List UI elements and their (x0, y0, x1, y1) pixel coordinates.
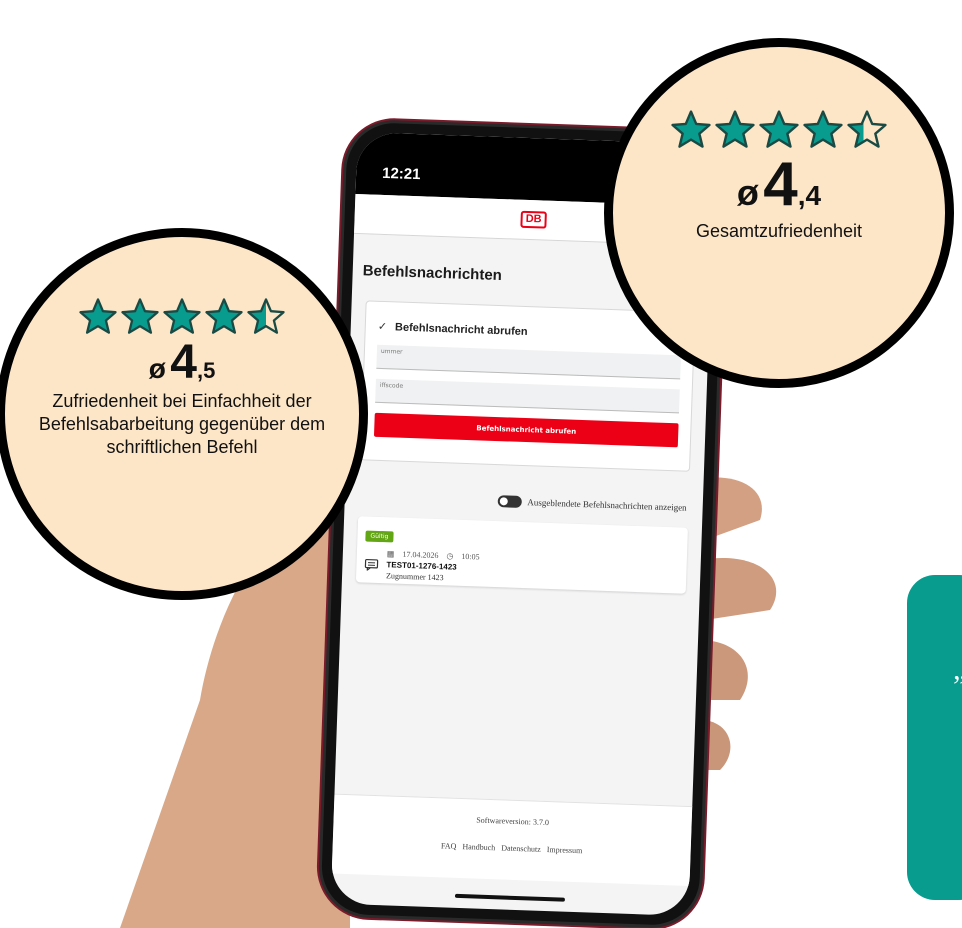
footer-link-faq[interactable]: FAQ (441, 841, 457, 851)
message-train: Zugnummer 1423 (385, 571, 444, 583)
quote-card: „ (907, 575, 962, 900)
star-icon (759, 110, 799, 148)
average-dec: ,4 (797, 180, 822, 211)
form-heading: Befehlsnachricht abrufen (394, 320, 528, 338)
star-icon (163, 298, 201, 334)
status-badge: Gültig (365, 530, 394, 543)
quote-mark: „ (953, 653, 962, 687)
star-rating (5, 297, 359, 335)
message-card[interactable]: Gültig ▦ 17.04.2026 ◷ 10:05 TEST01-1276-… (355, 516, 688, 594)
message-icon (364, 558, 379, 571)
train-number-label: ummer (380, 347, 403, 356)
footer-link-impressum[interactable]: Impressum (547, 845, 583, 855)
rating-caption: Gesamtzufriedenheit (695, 221, 863, 241)
average-symbol: ø (736, 172, 759, 213)
chevron-icon: ✓ (377, 319, 388, 334)
average-int: 4 (170, 336, 197, 389)
fetch-message-button[interactable]: Befehlsnachricht abrufen (373, 412, 679, 448)
rating-circle-simplicity: ø 4,5 Zufriedenheit bei Einfachheit der … (0, 228, 368, 600)
train-number-input[interactable]: ummer (376, 344, 681, 380)
app-footer: Softwareversion: 3.7.0 FAQ Handbuch Date… (331, 793, 693, 887)
average-symbol: ø (148, 353, 166, 384)
star-icon (715, 110, 755, 148)
hidden-messages-label: Ausgeblendete Befehlsnachrichten anzeige… (527, 497, 687, 513)
message-body: ▦ 17.04.2026 ◷ 10:05 TEST01-1276-1423 Zu… (364, 548, 679, 592)
rating-caption: Zufriedenheit bei Einfachheit der Befehl… (38, 391, 326, 457)
software-version: Softwareversion: 3.7.0 (476, 815, 550, 828)
status-time: 12:21 (381, 164, 421, 184)
access-code-label: iffscode (379, 381, 404, 390)
star-icon (247, 298, 285, 334)
footer-link-handbuch[interactable]: Handbuch (462, 842, 495, 852)
rating-circle-overall: ø 4,4 Gesamtzufriedenheit (604, 38, 954, 388)
star-icon (121, 298, 159, 334)
clock-icon: ◷ (446, 551, 454, 561)
star-rating (613, 109, 945, 149)
average-int: 4 (763, 150, 798, 219)
db-logo[interactable]: DB (520, 210, 547, 229)
star-icon (847, 110, 887, 148)
message-lines: ▦ 17.04.2026 ◷ 10:05 TEST01-1276-1423 Zu… (386, 548, 480, 584)
average-dec: ,5 (196, 358, 216, 383)
average-score: ø 4,4 (613, 149, 945, 220)
home-indicator (454, 893, 565, 902)
average-score: ø 4,5 (5, 335, 359, 390)
calendar-icon: ▦ (386, 549, 395, 559)
access-code-input[interactable]: iffscode (375, 378, 680, 414)
star-icon (79, 298, 117, 334)
star-icon (803, 110, 843, 148)
footer-links: FAQ Handbuch Datenschutz Impressum (333, 838, 691, 859)
hidden-messages-toggle[interactable] (497, 495, 522, 508)
star-icon (671, 110, 711, 148)
footer-link-datenschutz[interactable]: Datenschutz (501, 843, 541, 853)
star-icon (205, 298, 243, 334)
message-time: 10:05 (461, 551, 480, 562)
form-header[interactable]: ✓ Befehlsnachricht abrufen (378, 320, 682, 344)
